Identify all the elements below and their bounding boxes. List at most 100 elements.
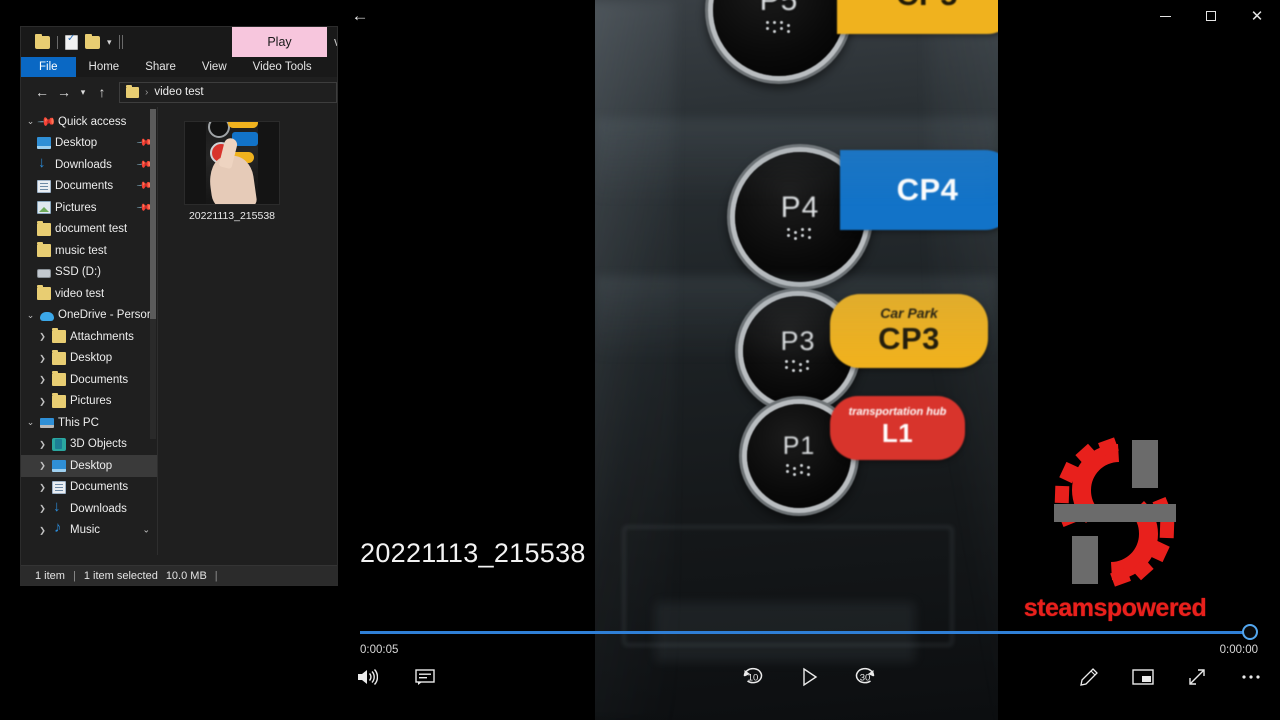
chevron-down-icon[interactable]: ⌄	[142, 525, 150, 536]
sidebar-item-pc-music[interactable]: ❯ Music ⌄	[21, 519, 157, 542]
tab-file[interactable]: File	[21, 57, 76, 77]
chevron-right-icon[interactable]: ❯	[37, 375, 48, 384]
tab-home[interactable]: Home	[76, 57, 133, 77]
chevron-down-icon[interactable]: ⌄	[25, 116, 36, 127]
chevron-down-icon[interactable]: ⌄	[25, 417, 36, 428]
tab-play[interactable]: Play	[232, 27, 327, 57]
quick-access-toolbar: ▾ Play vide	[21, 27, 337, 57]
tab-view[interactable]: View	[189, 57, 240, 77]
folder-icon	[37, 242, 51, 258]
seek-progress	[360, 631, 1250, 634]
forward-arrow-icon[interactable]: →	[53, 81, 75, 103]
file-list-pane[interactable]: 20221113_215538	[158, 107, 337, 555]
center-controls: 10 30	[738, 662, 880, 692]
sidebar-item-pc-documents[interactable]: ❯ Documents	[21, 477, 157, 499]
sidebar-item-label: music test	[55, 244, 107, 257]
sidebar-item-attachments[interactable]: ❯ Attachments	[21, 326, 157, 348]
chevron-right-icon[interactable]: ❯	[37, 397, 48, 406]
folder-icon[interactable]	[35, 33, 50, 49]
tab-video-tools[interactable]: Video Tools	[240, 57, 325, 77]
chevron-down-icon[interactable]: ▾	[75, 81, 91, 103]
fullscreen-svg	[1189, 669, 1205, 685]
sidebar-item-label: Desktop	[70, 352, 113, 365]
address-path-box[interactable]: › video test	[119, 81, 337, 103]
player-title-bar: ← ✕	[338, 0, 1280, 32]
sidebar-item-documents[interactable]: Documents 📌	[21, 176, 157, 198]
sidebar-item-video-test[interactable]: video test	[21, 283, 157, 305]
total-time-label: 0:00:00	[1219, 644, 1258, 656]
sidebar-item-ssd-d[interactable]: SSD (D:)	[21, 262, 157, 284]
forward-icon[interactable]: 30	[850, 662, 880, 692]
pencil-icon[interactable]	[1074, 662, 1104, 692]
sidebar-item-label: Quick access	[58, 115, 127, 128]
sidebar-item-pc-downloads[interactable]: ❯ Downloads	[21, 498, 157, 520]
folder-icon	[37, 285, 51, 301]
nav-pane-scrollbar[interactable]	[150, 109, 156, 439]
chevron-right-icon[interactable]: ❯	[37, 440, 48, 449]
sidebar-item-label: document test	[55, 223, 128, 236]
sidebar-item-label: 3D Objects	[70, 438, 127, 451]
sidebar-item-onedrive-pictures[interactable]: ❯ Pictures	[21, 391, 157, 413]
captions-icon[interactable]	[410, 662, 440, 692]
ellipsis-icon[interactable]	[1236, 662, 1266, 692]
chevron-right-icon[interactable]: ❯	[37, 504, 48, 513]
chevron-right-icon[interactable]: ❯	[37, 354, 48, 363]
sidebar-item-document-test[interactable]: document test	[21, 219, 157, 241]
chevron-right-icon[interactable]: ❯	[37, 483, 48, 492]
folder-icon	[52, 349, 66, 365]
braille-dots	[785, 227, 815, 242]
chevron-down-icon[interactable]: ▾	[107, 37, 112, 47]
volume-svg	[358, 669, 378, 685]
volume-icon[interactable]	[352, 662, 382, 692]
status-size: 10.0 MB	[165, 569, 207, 582]
folder-icon	[52, 328, 66, 344]
documents-icon	[52, 480, 66, 494]
maximize-icon[interactable]	[1188, 1, 1234, 32]
address-bar: ← → ▾ ↑ › video test	[21, 77, 337, 107]
chevron-right-icon[interactable]: ❯	[37, 526, 48, 535]
back-arrow-icon[interactable]: ←	[338, 0, 382, 32]
close-icon[interactable]: ✕	[1234, 1, 1280, 32]
file-item[interactable]: 20221113_215538	[184, 121, 280, 222]
sidebar-item-label: OneDrive - Persor	[58, 309, 151, 322]
sidebar-item-onedrive[interactable]: ⌄ OneDrive - Persor	[21, 305, 157, 327]
new-folder-icon[interactable]	[85, 33, 100, 49]
properties-icon[interactable]	[65, 33, 78, 50]
drive-icon	[37, 268, 51, 278]
up-arrow-icon[interactable]: ↑	[91, 81, 113, 103]
mini-player-icon[interactable]	[1128, 662, 1158, 692]
sidebar-item-pictures[interactable]: Pictures 📌	[21, 197, 157, 219]
fullscreen-icon[interactable]	[1182, 662, 1212, 692]
file-explorer-window: ▾ Play vide File Home Share View Video T…	[20, 26, 338, 586]
seek-thumb[interactable]	[1242, 624, 1258, 640]
label-small-text: transportation hub	[848, 405, 947, 418]
sidebar-item-music-test[interactable]: music test	[21, 240, 157, 262]
file-name-label: 20221113_215538	[188, 210, 276, 222]
sidebar-item-label: Documents	[70, 373, 129, 386]
sidebar-item-quick-access[interactable]: ⌄ 📌 Quick access	[21, 111, 157, 133]
sidebar-item-label: Desktop	[55, 137, 98, 150]
sidebar-item-this-pc[interactable]: ⌄ This PC	[21, 412, 157, 434]
sidebar-item-pc-desktop[interactable]: ❯ Desktop	[21, 455, 157, 477]
forward-amount-label: 30	[859, 672, 871, 684]
screen-root: ▾ Play vide File Home Share View Video T…	[0, 0, 1280, 720]
minimize-icon[interactable]	[1142, 1, 1188, 32]
current-time-label: 0:00:05	[360, 644, 399, 656]
back-arrow-icon[interactable]: ←	[31, 81, 53, 103]
chevron-right-icon[interactable]: ❯	[37, 332, 48, 341]
seek-bar[interactable]	[360, 624, 1258, 640]
chevron-right-icon[interactable]: ❯	[37, 461, 48, 470]
sidebar-item-onedrive-documents[interactable]: ❯ Documents	[21, 369, 157, 391]
play-icon[interactable]	[794, 662, 824, 692]
sidebar-item-3d-objects[interactable]: ❯ 3D Objects	[21, 434, 157, 456]
ellipsis-svg	[1242, 675, 1260, 679]
chevron-down-icon[interactable]: ⌄	[25, 310, 36, 321]
sidebar-item-downloads[interactable]: Downloads 📌	[21, 154, 157, 176]
status-divider: |	[214, 569, 218, 582]
sidebar-item-desktop[interactable]: Desktop 📌	[21, 133, 157, 155]
sidebar-item-onedrive-desktop[interactable]: ❯ Desktop	[21, 348, 157, 370]
tab-share[interactable]: Share	[132, 57, 189, 77]
music-icon	[52, 519, 66, 537]
captions-svg	[415, 669, 435, 685]
rewind-icon[interactable]: 10	[738, 662, 768, 692]
